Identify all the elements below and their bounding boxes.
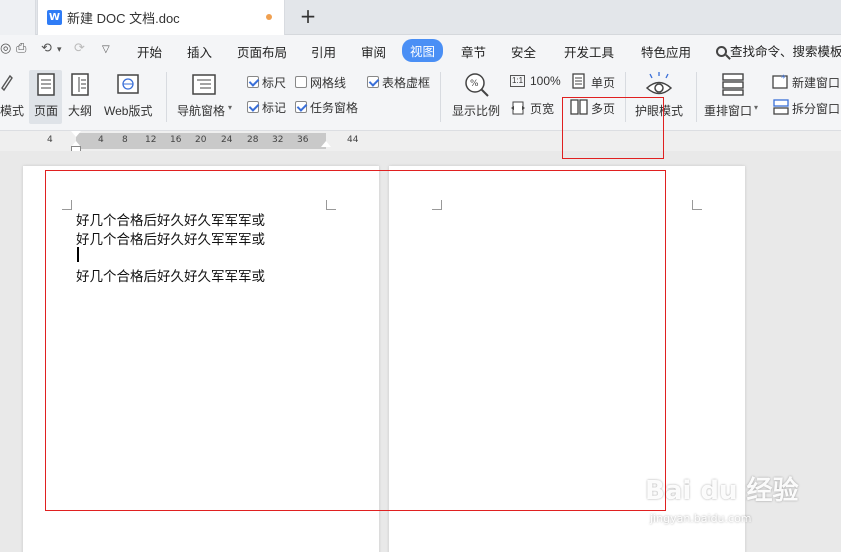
ruler-tick-label: 8: [122, 135, 128, 145]
outline-view-icon[interactable]: [70, 73, 90, 97]
task-pane-checkbox-label: 任务窗格: [310, 101, 359, 115]
ruler-tick-label: 44: [347, 135, 359, 145]
reading-mode-icon[interactable]: [0, 72, 14, 92]
print-preview-icon[interactable]: ⎙: [16, 41, 26, 56]
redo-icon[interactable]: ⟳: [74, 41, 85, 56]
ruler-tick-label: 12: [145, 135, 157, 145]
menu-featured-apps[interactable]: 特色应用: [641, 42, 691, 61]
document-tab[interactable]: W 新建 DOC 文档.doc: [37, 0, 285, 35]
navigation-pane-dropdown-icon[interactable]: ▾: [228, 103, 232, 112]
undo-icon[interactable]: ⟲: [41, 41, 52, 56]
baidu-jingyan-watermark: Bai du 经验: [645, 476, 799, 506]
ruler-tick-label: 4: [47, 135, 53, 145]
unsaved-indicator-icon: [266, 14, 272, 20]
navigation-pane-icon[interactable]: [191, 73, 217, 97]
ribbon-separator: [440, 72, 441, 122]
split-window-label[interactable]: 拆分窗口: [792, 100, 840, 117]
customize-quick-access-icon[interactable]: ▽: [102, 44, 110, 55]
gridlines-checkbox[interactable]: [295, 76, 307, 88]
task-pane-checkbox[interactable]: [295, 101, 307, 113]
single-page-label[interactable]: 单页: [591, 74, 615, 91]
marks-checkbox-label: 标记: [262, 101, 287, 115]
outline-view-label[interactable]: 大纲: [68, 102, 92, 119]
new-tab-button[interactable]: +: [298, 5, 318, 27]
eye-protection-icon[interactable]: [644, 71, 674, 99]
menu-start[interactable]: 开始: [137, 42, 162, 61]
menu-chapter[interactable]: 章节: [461, 42, 486, 61]
menu-page-layout[interactable]: 页面布局: [237, 42, 287, 61]
web-layout-label[interactable]: Web版式: [104, 102, 152, 119]
command-search[interactable]: 查找命令、搜索模板: [716, 41, 841, 60]
menu-insert[interactable]: 插入: [187, 42, 212, 61]
zoom-label[interactable]: 显示比例: [452, 102, 500, 119]
right-indent-marker[interactable]: [321, 141, 331, 147]
ruler-tick-label: 32: [272, 135, 284, 145]
menu-security[interactable]: 安全: [511, 42, 536, 61]
new-window-icon[interactable]: *: [772, 73, 790, 89]
ruler-tick-label: 24: [221, 135, 233, 145]
command-search-label: 查找命令、搜索模板: [730, 45, 841, 59]
menu-review[interactable]: 审阅: [361, 42, 386, 61]
ruler-checkbox-label: 标尺: [262, 76, 287, 90]
word-doc-icon: W: [47, 10, 62, 25]
split-window-icon[interactable]: [772, 99, 790, 115]
multi-page-highlight-box: [562, 97, 664, 159]
arrange-windows-dropdown-icon[interactable]: ▾: [754, 103, 758, 112]
page-width-label[interactable]: 页宽: [530, 100, 554, 117]
page-width-icon[interactable]: [510, 100, 526, 116]
svg-text:%: %: [470, 79, 479, 89]
zoom-icon[interactable]: %: [464, 72, 490, 98]
home-tab-stub[interactable]: [0, 0, 36, 35]
baidu-jingyan-url-watermark: jingyan.baidu.com: [650, 512, 752, 525]
marks-checkbox[interactable]: [247, 101, 259, 113]
web-layout-icon[interactable]: [116, 73, 140, 97]
new-window-label[interactable]: 新建窗口: [792, 74, 840, 91]
first-line-indent-marker[interactable]: [71, 131, 81, 137]
ruler-checkbox[interactable]: [247, 76, 259, 88]
svg-text:*: *: [781, 74, 786, 84]
arrange-windows-icon[interactable]: [722, 72, 744, 96]
ribbon-separator: [696, 72, 697, 122]
search-icon: [716, 46, 727, 57]
zoom-100-label[interactable]: 100%: [530, 74, 561, 88]
menu-developer-tools[interactable]: 开发工具: [564, 42, 614, 61]
undo-dropdown-icon[interactable]: ▾: [57, 45, 62, 55]
ruler-tick-label: 28: [247, 135, 259, 145]
table-gridlines-checkbox[interactable]: [367, 76, 379, 88]
table-gridlines-checkbox-label: 表格虚框: [382, 76, 431, 90]
document-tab-title: 新建 DOC 文档.doc: [67, 11, 180, 26]
gridlines-checkbox-label: 网格线: [310, 76, 347, 90]
actual-size-icon[interactable]: 1:1: [510, 75, 526, 87]
save-icon[interactable]: ◎: [0, 41, 11, 56]
page-view-icon[interactable]: [36, 73, 56, 97]
tab-bar: W 新建 DOC 文档.doc +: [0, 0, 841, 35]
reading-mode-label[interactable]: 模式: [0, 102, 24, 119]
ruler-tick-label: 16: [170, 135, 182, 145]
multi-page-result-highlight-box: [45, 170, 666, 511]
ruler-tick-label: 4: [98, 135, 104, 145]
navigation-pane-label[interactable]: 导航窗格: [177, 102, 225, 119]
menu-references[interactable]: 引用: [311, 42, 336, 61]
ruler-tick-label: 20: [195, 135, 207, 145]
page-view-label[interactable]: 页面: [34, 102, 58, 119]
menu-bar: ◎ ⎙ ⟲ ▾ ⟳ ▽ 开始 插入 页面布局 引用 审阅 视图 章节 安全 开发…: [0, 35, 841, 65]
margin-corner-mark: [692, 200, 702, 210]
ruler-tick-label: 36: [297, 135, 309, 145]
menu-view[interactable]: 视图: [402, 39, 444, 62]
arrange-windows-label[interactable]: 重排窗口: [704, 102, 752, 119]
ribbon-separator: [166, 72, 167, 122]
single-page-icon[interactable]: [572, 73, 586, 89]
